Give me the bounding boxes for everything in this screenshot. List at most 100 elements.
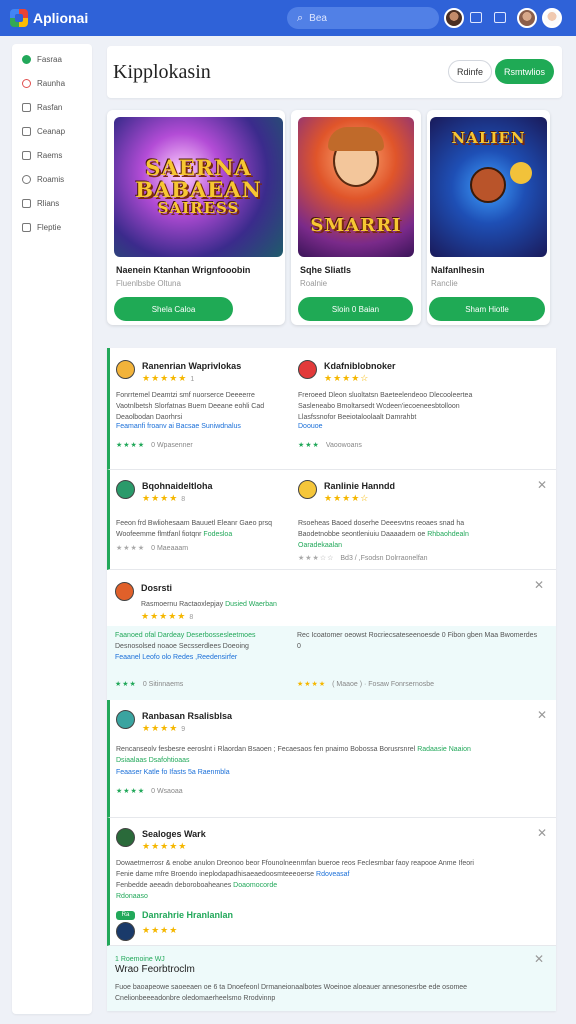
review-highlight: Dsiaalaas [116,757,147,764]
chat-icon [22,126,31,136]
game-action-button[interactable]: Shela Caloa [114,297,233,321]
footer-text: 0 Sitinnaems [142,681,184,688]
game-action-button[interactable]: Sloin 0 Baian [298,297,413,321]
subline-link[interactable]: Dusied Waerban [225,601,277,608]
footer-text: Bd3 / ,Fsodsn Dolrraonelfan [340,555,428,562]
review-highlight: Fodesloa [203,531,233,538]
review-highlight: Radaasie Naaion [417,746,471,753]
game-card[interactable]: SAERNA BABAEAN SAIRESS Naenein Ktanhan W… [107,110,285,325]
reply-author: Danrahrie Hranlanlan [142,910,234,920]
review-footer: ★★★★ 0 Wpasenner [116,441,193,449]
page-header: Kipplokasin Rdinfe Rsmtwlios [107,46,562,98]
user-avatar-photo[interactable] [444,8,464,28]
review-line: Baodetnobbe seontleniuiu Daaaadern oe Rh… [298,529,469,540]
cover-art-text: NALIEN [451,129,526,147]
reply-avatar [116,922,135,941]
footer-text: 0 Maeaaam [151,545,189,552]
app-name: Aplionai [33,10,89,26]
account-avatar[interactable] [542,8,562,28]
profile-avatar[interactable] [517,8,537,28]
sidebar-item-2[interactable]: Raunha [12,71,92,95]
close-icon[interactable]: ✕ [537,826,547,840]
gear-icon [22,174,31,184]
character-monkey [470,167,506,203]
cover-art-text: BABAEAN [135,177,262,203]
sidebar-item-6[interactable]: Roamis [12,167,92,191]
game-cover-image: NALIEN [430,117,547,257]
rating-stars: ★★★★☆ [324,493,369,504]
review-text: Feeon frd Bwliohesaam Bauuetl Eleanr Gae… [116,518,272,540]
reviewer-name: Dosrsti [141,583,173,593]
reviewer-name: Sealoges Wark [142,829,206,839]
review-line-text: Baodetnobbe seontleniuiu Daaaadern oe [298,531,426,538]
review-text: Rencanseolv fesbesre eeroslnt i Rlaordan… [116,744,471,766]
game-cover-image: SMARRI [298,117,414,257]
review-footer: ★★★ 0 Sitinnaems [115,680,183,688]
game-subtitle: Fluenlbsbe Oltuna [116,279,181,288]
review-line-text: Rencanseolv fesbesre eeroslnt i Rlaordan… [116,746,416,753]
sidebar-item-4[interactable]: Ceanap [12,119,92,143]
chat-icon[interactable] [494,12,506,23]
review-line-text: Rsoeheas Baoed doserhe Deeesvtns reoaes … [298,520,465,527]
rating-count: 8 [181,496,187,503]
sidebar-item-7[interactable]: Rlians [12,191,92,215]
secondary-button[interactable]: Rdinfe [448,60,492,83]
rating-count: 1 [190,376,196,383]
rating-stars: ★★★★☆ [324,373,369,384]
close-icon[interactable]: ✕ [537,708,547,722]
sidebar-item-8[interactable]: Fleptie [12,215,92,239]
sidebar-item-5[interactable]: Raems [12,143,92,167]
footer-text: Vaoowoans [325,442,362,449]
game-title[interactable]: Nalfanlhesin [431,265,485,275]
sidebar-item-3[interactable]: Rasfan [12,95,92,119]
review-text: Faanoed ofal Dardeay Deserbossesleetmoes… [115,630,255,652]
reply-stars: ★★★★ [142,925,178,936]
reviewer-avatar [298,480,317,499]
review-link[interactable]: Feaanel Leofo olo Redes ,Reedensirfer [115,654,237,661]
game-card[interactable]: SMARRI Sqhe Sliatls Roalnie Sloin 0 Baia… [291,110,421,325]
cover-art-text: SAERNA [145,155,252,181]
review-row: Ranbasan Rsalisblsa ★★★★ 9 Rencanseolv fe… [107,700,556,818]
sidebar-item-1[interactable]: Fasraa [12,47,92,71]
close-icon[interactable]: ✕ [534,952,544,966]
user-icon [22,102,31,112]
review-link[interactable]: Feamanfi froanv ai Bacsae Suniwdnalus [116,423,241,430]
review-line-text: Woofeemme flmtfanl fiotqnr [116,531,202,538]
subline-text: Rasmoernu Ractaoxlepjay [141,601,224,608]
document-icon [22,222,31,232]
mail-icon[interactable] [470,12,482,23]
review-row: Ranenrian Waprivlokas ★★★★★ 1 Fonrrtemel … [107,348,556,470]
review-row: 1 Roemoine WJ Wrao Feorbtroclm Fuoe baoa… [107,946,556,1011]
footer-stars: ★★★★ [116,788,146,795]
review-line: Woofeemme flmtfanl fiotqnr Fodesloa [116,529,272,540]
sidebar-item-label: Roamis [37,174,65,184]
cover-art-text: SMARRI [310,215,402,236]
review-highlight: Dsafohtioaas [148,757,190,764]
game-card[interactable]: NALIEN Nalfanlhesin Ranclie Sham Hiotle [427,110,550,325]
logo-icon [10,9,28,27]
game-action-button[interactable]: Sham Hiotle [429,297,545,321]
stars-text: ★★★★☆ [324,373,370,383]
review-link[interactable]: Rdoveasaf [316,871,349,878]
close-icon[interactable]: ✕ [537,478,547,492]
app-logo[interactable]: Aplionai [10,9,88,27]
rating-stars: ★★★★★ [142,841,187,852]
primary-button[interactable]: Rsmtwlios [495,59,554,84]
review-row: Bqohnaideltloha ★★★★ 8 Feeon frd Bwliohes… [107,470,556,570]
review-line: Vaotnlbetsh Slorfatnas Buem Deeane eohli… [116,403,265,410]
review-line: Rencanseolv fesbesre eeroslnt i Rlaordan… [116,744,471,755]
game-title[interactable]: Naenein Ktanhan Wrignfooobin [116,265,250,275]
character-hair [328,127,384,151]
review-link[interactable]: Doouoe [298,423,323,430]
rating-stars: ★★★★★ 1 [142,373,195,384]
close-icon[interactable]: ✕ [534,578,544,592]
review-line: Fenbedde aeeadn deboroboaheanes Doaomoco… [116,880,474,891]
rating-stars: ★★★★★ 8 [141,611,194,622]
review-line: Fuoe baoapeowe saoeeaen oe 6 ta Dnoefeon… [115,984,468,991]
game-title[interactable]: Sqhe Sliatls [300,265,351,275]
review-link[interactable]: Feaaser Katle fo Ifasts 5a Raenmbla [116,769,230,776]
rating-count: 9 [181,726,187,733]
footer-stars: ★★★★ [116,442,146,449]
reviewer-avatar [116,710,135,729]
search-input[interactable]: ⌕ Bea [287,7,439,29]
